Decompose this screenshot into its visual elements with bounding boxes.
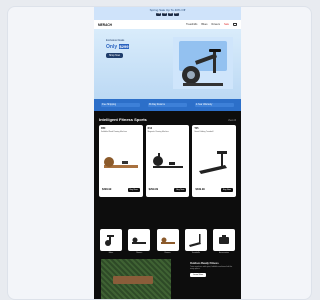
category-thumb: [156, 229, 179, 251]
rower-icon: [132, 237, 147, 244]
wood-rower-icon: [160, 237, 175, 244]
section-header: Intelligent Fitness Sports View All: [99, 117, 236, 122]
countdown-timer: 02 14 36 09: [94, 12, 241, 16]
treadmill-icon: [188, 234, 201, 247]
product-name: R12: [147, 127, 153, 130]
hero-banner[interactable]: Exclusive Deals Only $299 Shop Now: [94, 29, 241, 99]
lifestyle-text: Train anywhere with quiet, foldable mach…: [190, 266, 233, 270]
nav-link-rowers[interactable]: Rowers: [212, 23, 220, 26]
product-card[interactable]: R12 Magnetic Rowing Machine $299.99 Buy …: [145, 125, 190, 197]
category-item[interactable]: Rowers: [156, 229, 179, 254]
section-title: Intelligent Fitness Sports: [99, 117, 147, 122]
promo-bar[interactable]: Spring Sale Up To 40% Off 02 14 36 09: [94, 7, 241, 20]
category-label: Rowers: [136, 252, 143, 254]
lifestyle-heading: Outdoor-Ready Fitness: [190, 262, 219, 265]
benefit-warranty: 2-Year Warranty: [194, 103, 235, 107]
product-desc: Magnetic Rowing Machine: [147, 131, 169, 133]
mobile-page-preview[interactable]: Spring Sale Up To 40% Off 02 14 36 09 ME…: [94, 7, 241, 299]
buy-button[interactable]: Buy Now: [174, 188, 187, 192]
product-price: $499.99: [195, 188, 205, 191]
category-label: Bikes: [108, 252, 114, 254]
nav-link-bikes[interactable]: Bikes: [201, 23, 207, 26]
category-label: Rowers: [164, 252, 171, 254]
category-row: Bikes Rowers Rowers Treadmills Accessori…: [94, 229, 241, 254]
countdown-hours: 14: [162, 12, 167, 16]
exercise-bike-image: [173, 37, 233, 89]
view-all-link[interactable]: View All: [228, 120, 236, 122]
category-item[interactable]: Treadmills: [184, 229, 207, 254]
category-thumb: [100, 229, 122, 251]
countdown-seconds: 09: [173, 12, 179, 16]
hero-text: Exclusive Deals Only $299 Shop Now: [106, 39, 146, 58]
category-item[interactable]: Rowers: [128, 229, 151, 254]
category-item[interactable]: Bikes: [100, 229, 122, 254]
product-list: R50 Foldable Wood Rowing Machine $399.99…: [99, 125, 237, 197]
product-card[interactable]: R50 Foldable Wood Rowing Machine $399.99…: [99, 125, 143, 197]
category-thumb: [184, 229, 207, 251]
category-label: Accessories: [219, 252, 229, 254]
cart-icon[interactable]: [233, 23, 237, 26]
accessory-icon: [219, 235, 229, 244]
preview-card: Spring Sale Up To 40% Off 02 14 36 09 ME…: [7, 6, 312, 300]
category-thumb: [213, 229, 235, 251]
hero-subtitle: Exclusive Deals: [106, 39, 125, 42]
treadmill-image: [199, 151, 228, 174]
lifestyle-section: Outdoor-Ready Fitness Train anywhere wit…: [94, 259, 241, 299]
learn-more-button[interactable]: Learn More: [190, 273, 207, 277]
top-nav: MERACH Treadmills Bikes Rowers Sale: [94, 20, 241, 29]
category-label: Treadmills: [191, 252, 200, 254]
buy-button[interactable]: Buy Now: [221, 188, 234, 192]
benefit-shipping: Free Shipping: [100, 103, 141, 107]
nav-link-treadmills[interactable]: Treadmills: [186, 23, 197, 26]
lifestyle-info: Outdoor-Ready Fitness Train anywhere wit…: [190, 262, 235, 277]
nav-link-sale[interactable]: Sale: [224, 23, 229, 26]
hero-price-prefix: Only: [106, 44, 119, 50]
hero-price-value: $299: [118, 44, 130, 49]
product-name: T25: [194, 127, 199, 130]
product-price: $299.99: [148, 188, 159, 191]
bike-icon: [105, 235, 114, 246]
category-thumb: [128, 229, 151, 251]
product-card[interactable]: T25 Smart Folding Treadmill $499.99 Buy …: [192, 125, 237, 197]
product-price: $399.99: [102, 188, 112, 191]
buy-button[interactable]: Buy Now: [127, 188, 140, 192]
category-item[interactable]: Accessories: [213, 229, 235, 254]
rower-in-garden: [113, 276, 153, 284]
products-section: Intelligent Fitness Sports View All R50 …: [94, 111, 241, 197]
countdown-minutes: 36: [168, 12, 173, 16]
rower-image: [152, 153, 183, 168]
promo-text: Spring Sale Up To 40% Off: [149, 8, 186, 12]
product-name: R50: [101, 127, 106, 130]
hero-price: Only $299: [106, 44, 146, 50]
brand-logo[interactable]: MERACH: [98, 23, 112, 27]
benefit-returns: 30-Day Returns: [147, 103, 188, 107]
rower-image: [104, 157, 138, 168]
benefit-strip: Free Shipping 30-Day Returns 2-Year Warr…: [94, 99, 241, 111]
hero-cta-button[interactable]: Shop Now: [106, 53, 124, 58]
product-desc: Smart Folding Treadmill: [194, 131, 214, 133]
countdown-days: 02: [156, 12, 162, 16]
product-desc: Foldable Wood Rowing Machine: [101, 131, 127, 133]
lifestyle-image: [101, 259, 171, 299]
